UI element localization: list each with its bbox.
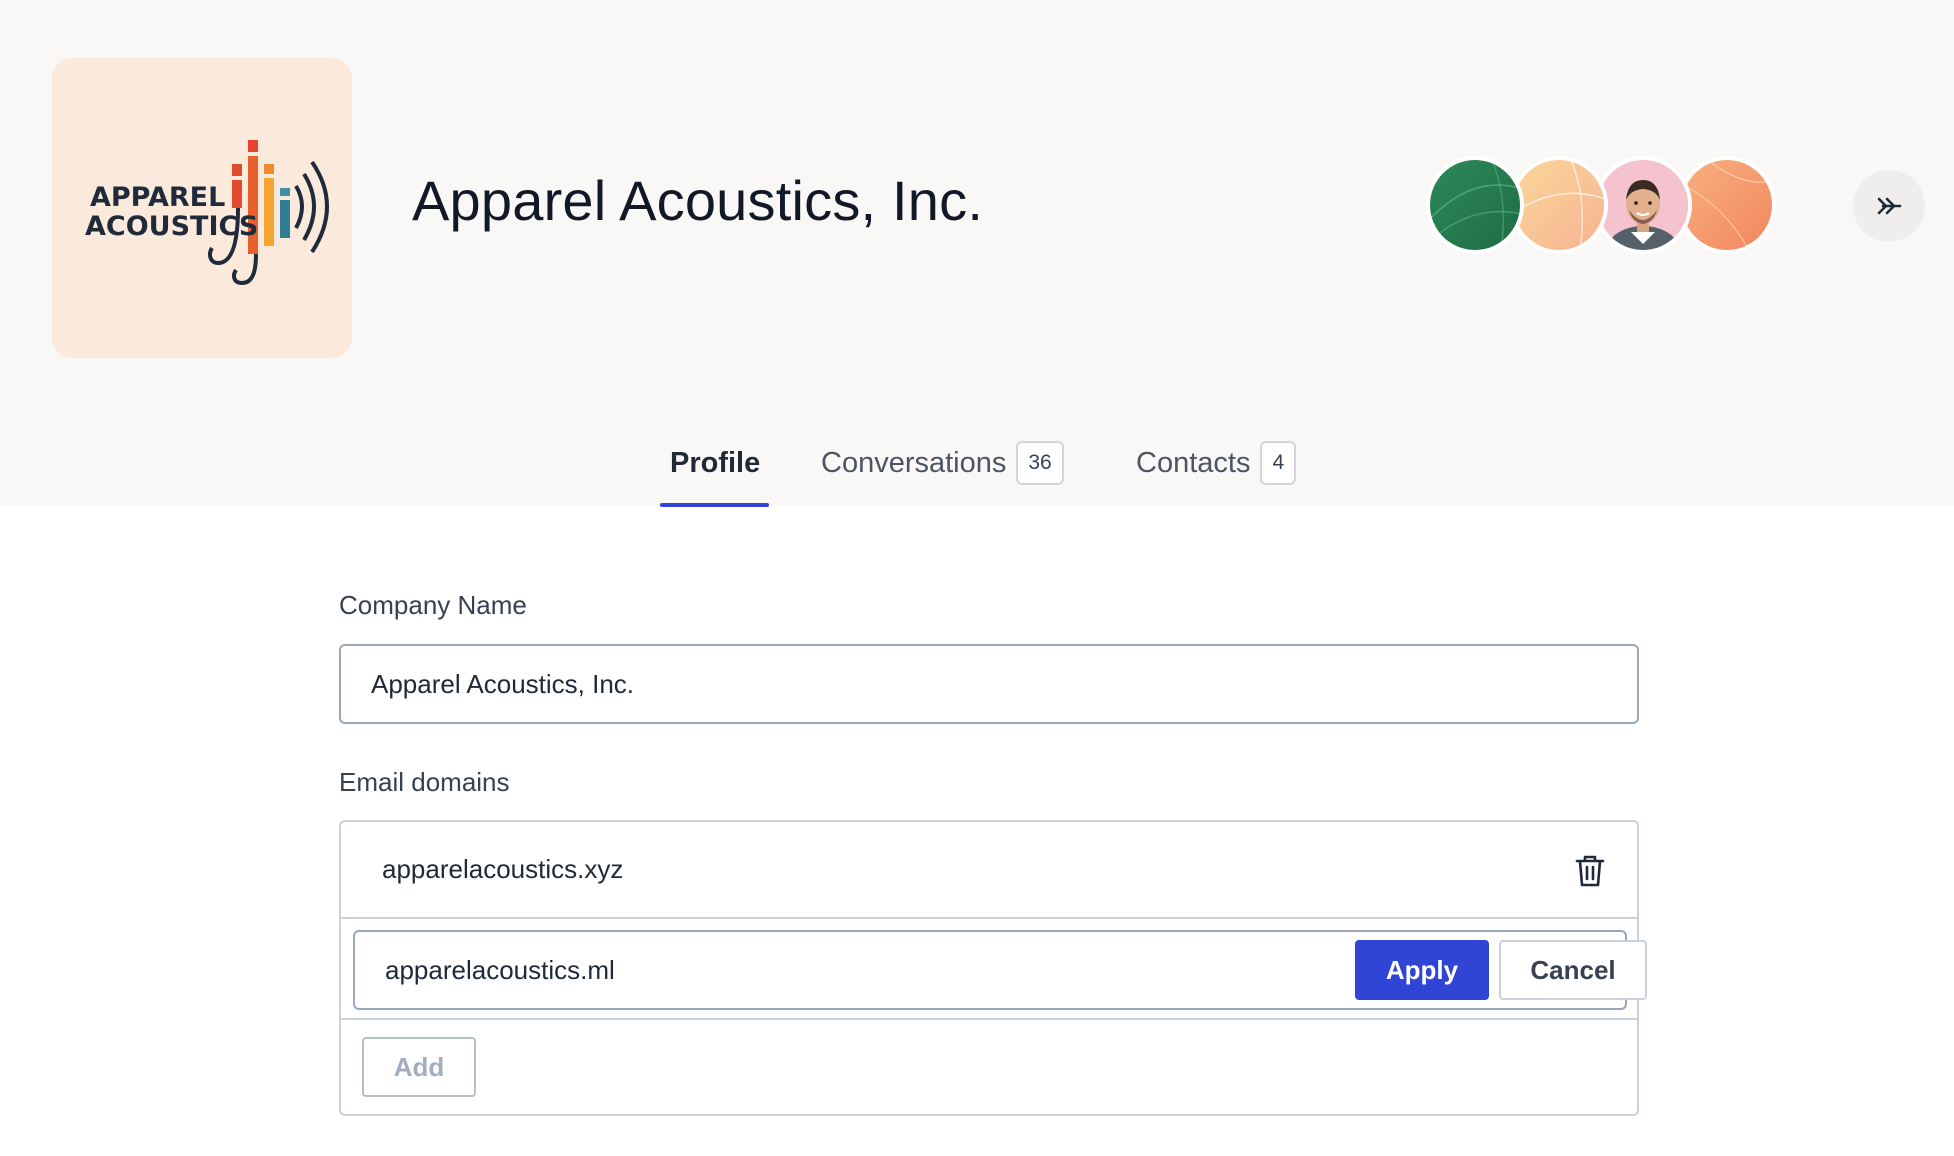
- avatar[interactable]: [1510, 156, 1608, 254]
- logo-wordmark-line2: ACOUSTICS: [85, 211, 258, 242]
- domain-list-item[interactable]: apparelacoustics.xyz: [341, 822, 1637, 919]
- new-domain-input[interactable]: apparelacoustics.ml: [385, 932, 615, 1008]
- domain-edit-row: apparelacoustics.ml Apply Cancel: [353, 930, 1647, 1010]
- domain-value: apparelacoustics.xyz: [382, 854, 624, 884]
- divider: [341, 1018, 1637, 1020]
- company-name-label: Company Name: [339, 590, 527, 620]
- apparel-acoustics-logo: APPAREL ACOUSTICS: [85, 140, 329, 286]
- email-domains-label: Email domains: [339, 767, 510, 797]
- tab-conversations[interactable]: Conversations 36: [821, 420, 1064, 506]
- avatar-stack[interactable]: [1426, 156, 1780, 254]
- company-header: APPAREL ACOUSTICS Apparel Acoustics, Inc…: [0, 0, 1954, 507]
- avatar[interactable]: [1426, 156, 1524, 254]
- tab-label: Profile: [670, 446, 761, 479]
- collapse-panel-button[interactable]: [1853, 170, 1925, 242]
- tab-profile[interactable]: Profile: [670, 420, 760, 506]
- active-tab-indicator: [660, 503, 769, 507]
- contacts-count-badge: 4: [1260, 441, 1297, 485]
- trash-icon[interactable]: [1573, 853, 1607, 889]
- company-name-input[interactable]: Apparel Acoustics, Inc.: [339, 644, 1639, 724]
- tab-bar: Profile Conversations 36 Contacts 4: [0, 420, 1954, 506]
- conversations-count-badge: 36: [1016, 441, 1064, 485]
- tab-label: Conversations: [821, 446, 1007, 479]
- company-logo: APPAREL ACOUSTICS: [52, 58, 352, 358]
- add-domain-button[interactable]: Add: [362, 1037, 476, 1097]
- tab-label: Contacts: [1136, 446, 1251, 479]
- avatar[interactable]: [1678, 156, 1776, 254]
- cancel-button[interactable]: Cancel: [1499, 940, 1647, 1000]
- tab-contacts[interactable]: Contacts 4: [1136, 420, 1297, 506]
- logo-wordmark-line1: APPAREL: [90, 182, 225, 213]
- page-title: Apparel Acoustics, Inc.: [412, 169, 984, 232]
- double-chevron-right-icon: [1877, 197, 1902, 215]
- apply-button[interactable]: Apply: [1355, 940, 1489, 1000]
- email-domains-list: apparelacoustics.xyz apparelacoustics.ml…: [339, 820, 1647, 1116]
- avatar[interactable]: [1594, 156, 1692, 254]
